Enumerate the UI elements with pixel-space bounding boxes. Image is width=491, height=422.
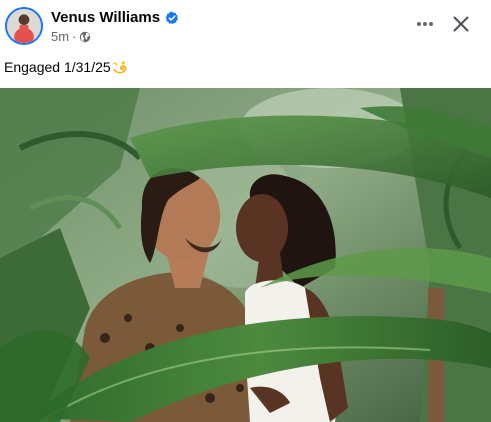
photo-image bbox=[0, 88, 491, 422]
dizzy-emoji-icon bbox=[112, 59, 128, 75]
facebook-post: Venus Williams 5m · Engaged 1/31/25 bbox=[0, 0, 491, 422]
close-icon bbox=[451, 14, 471, 39]
post-meta: 5m · bbox=[51, 29, 91, 45]
verified-badge-icon bbox=[165, 11, 179, 25]
meta-separator: · bbox=[72, 29, 77, 44]
avatar-image bbox=[7, 9, 41, 43]
author-name-row: Venus Williams bbox=[51, 8, 179, 28]
post-time[interactable]: 5m bbox=[51, 29, 69, 45]
post-caption: Engaged 1/31/25 bbox=[4, 58, 128, 76]
more-options-button[interactable] bbox=[409, 10, 441, 42]
post-photo[interactable] bbox=[0, 88, 491, 422]
more-horizontal-icon bbox=[415, 14, 435, 39]
globe-icon[interactable] bbox=[79, 31, 91, 43]
post-caption-text: Engaged 1/31/25 bbox=[4, 59, 111, 75]
author-avatar[interactable] bbox=[5, 7, 43, 45]
author-name[interactable]: Venus Williams bbox=[51, 8, 160, 28]
post-header: Venus Williams 5m · bbox=[0, 0, 491, 54]
close-button[interactable] bbox=[445, 10, 477, 42]
